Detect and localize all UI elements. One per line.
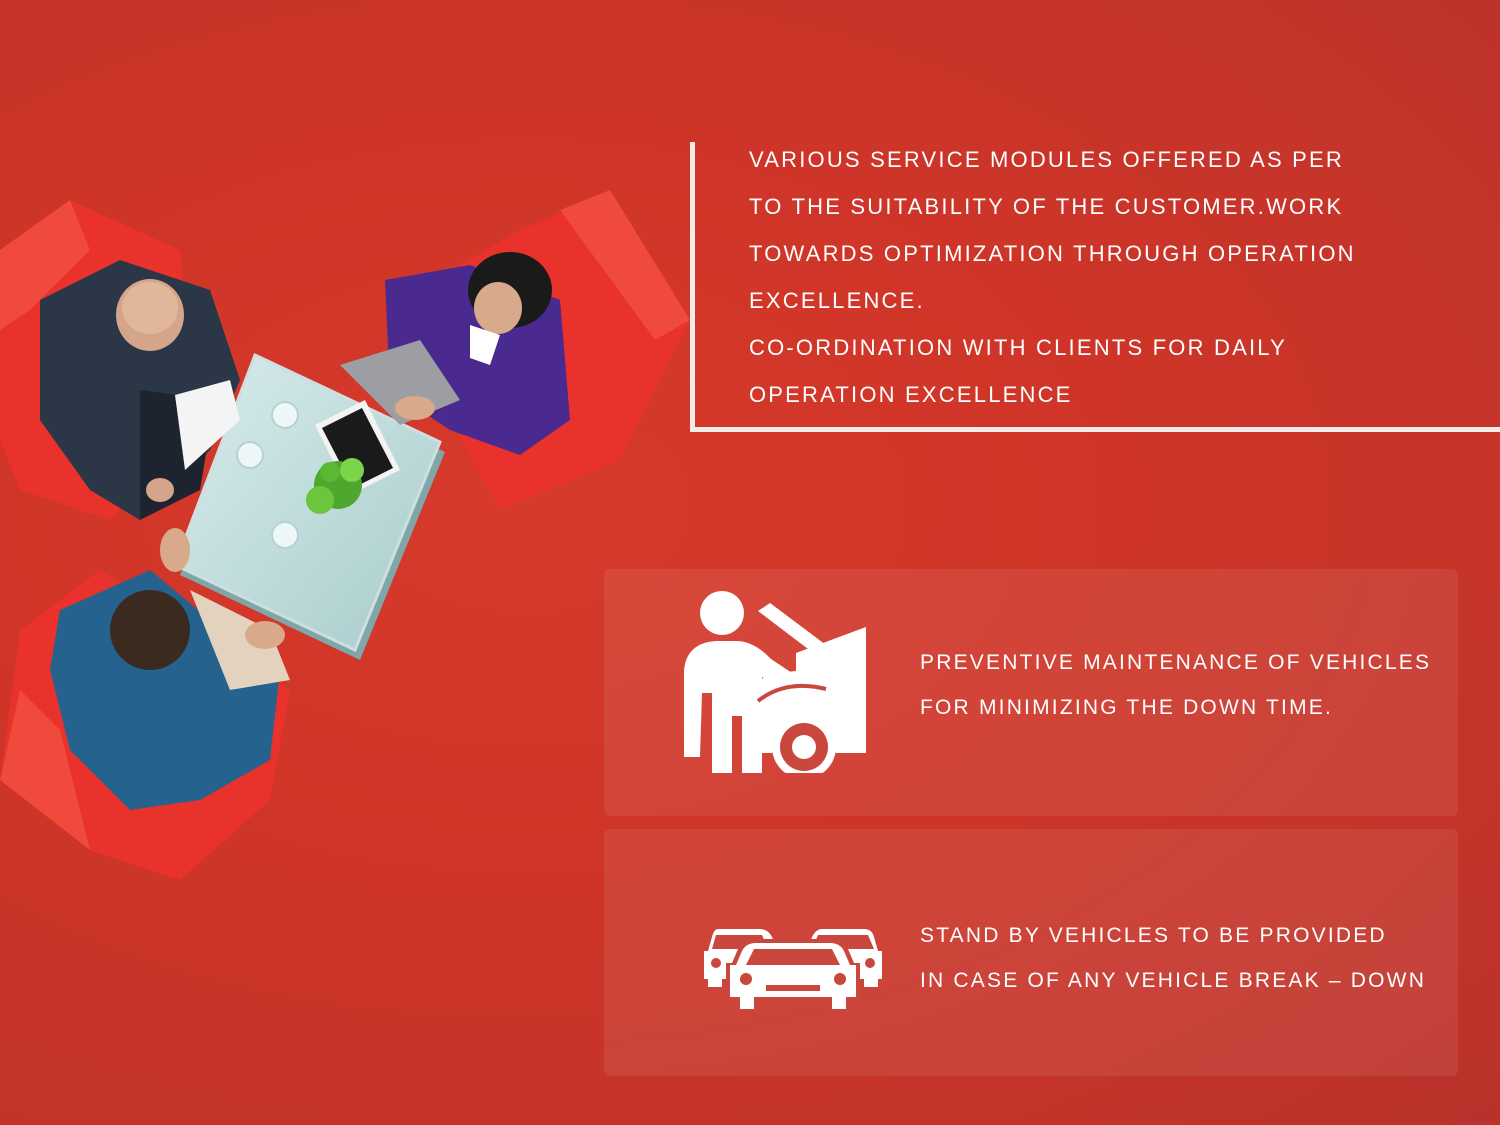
service-line: STAND BY VEHICLES TO BE PROVIDED	[920, 924, 1387, 947]
service-line: IN CASE OF ANY VEHICLE BREAK – DOWN	[920, 969, 1427, 992]
intro-line: VARIOUS SERVICE MODULES OFFERED AS PER	[749, 147, 1345, 172]
intro-text: VARIOUS SERVICE MODULES OFFERED AS PER T…	[749, 136, 1449, 418]
intro-line: EXCELLENCE.	[749, 288, 925, 313]
service-panel-standby: STAND BY VEHICLES TO BE PROVIDED IN CASE…	[604, 829, 1458, 1076]
service-text: PREVENTIVE MAINTENANCE OF VEHICLES FOR M…	[920, 640, 1450, 730]
intro-line: OPERATION EXCELLENCE	[749, 382, 1073, 407]
service-panel-maintenance: PREVENTIVE MAINTENANCE OF VEHICLES FOR M…	[604, 569, 1458, 816]
service-text: STAND BY VEHICLES TO BE PROVIDED IN CASE…	[920, 913, 1450, 1003]
service-line: PREVENTIVE MAINTENANCE OF VEHICLES	[920, 651, 1432, 674]
mechanic-car-repair-icon	[684, 591, 866, 773]
service-line: FOR MINIMIZING THE DOWN TIME.	[920, 696, 1334, 719]
standby-cars-icon	[704, 929, 882, 1011]
intro-line: TOWARDS OPTIMIZATION THROUGH OPERATION	[749, 241, 1356, 266]
intro-line: CO-ORDINATION WITH CLIENTS FOR DAILY	[749, 335, 1287, 360]
intro-frame: VARIOUS SERVICE MODULES OFFERED AS PER T…	[690, 142, 1500, 432]
meeting-illustration	[0, 190, 690, 880]
intro-line: TO THE SUITABILITY OF THE CUSTOMER.WORK	[749, 194, 1344, 219]
